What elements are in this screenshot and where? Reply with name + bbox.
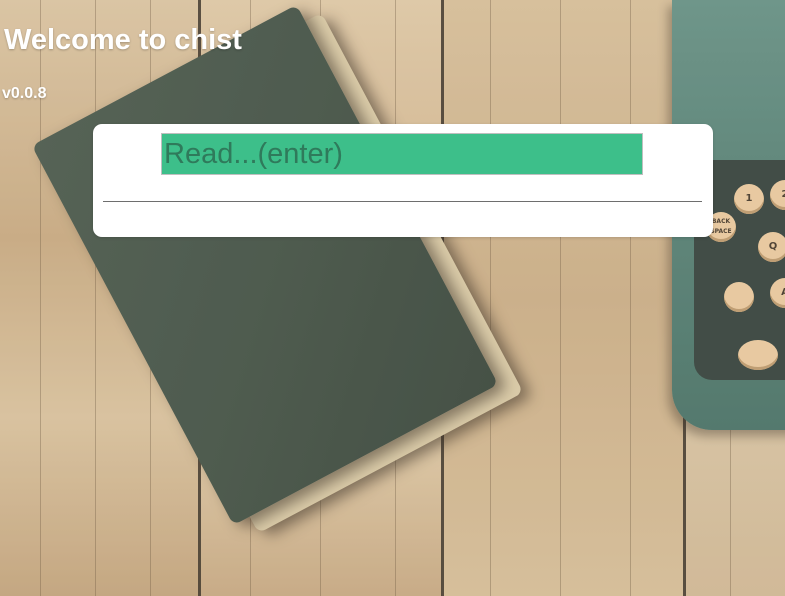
page-title: Welcome to chist bbox=[4, 24, 242, 56]
version-label: v0.0.8 bbox=[2, 85, 47, 102]
background-photo: 1 2 BACK SPACE Q A bbox=[0, 0, 785, 596]
read-input[interactable] bbox=[161, 133, 643, 175]
divider bbox=[103, 201, 702, 202]
background-overlay bbox=[0, 0, 785, 596]
reader-card bbox=[93, 124, 713, 237]
